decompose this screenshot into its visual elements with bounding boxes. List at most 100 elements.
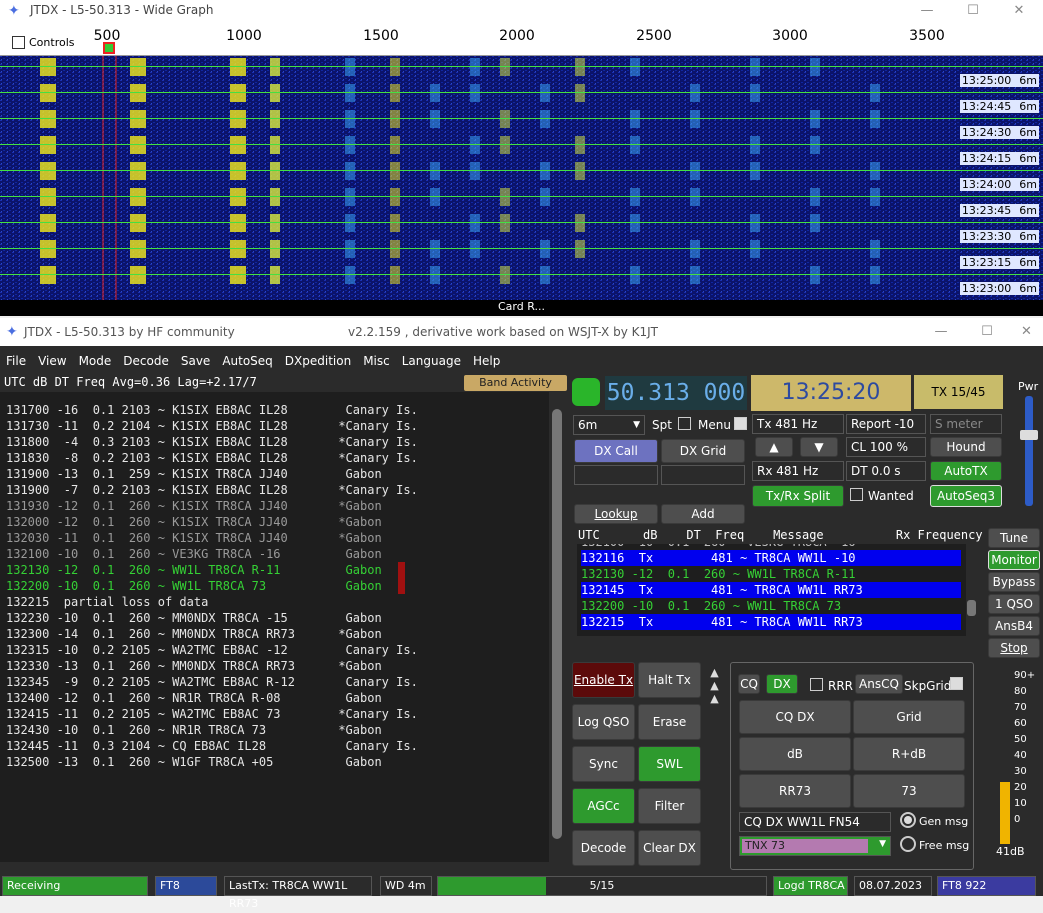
controls-checkbox[interactable]: [12, 36, 25, 49]
spt-checkbox[interactable]: [678, 417, 691, 430]
menu-file[interactable]: File: [0, 350, 32, 372]
rrr-checkbox[interactable]: [810, 678, 823, 691]
log-line[interactable]: 132215 partial loss of data: [6, 594, 208, 610]
report-spinbox[interactable]: Report -10: [846, 414, 926, 434]
menu-language[interactable]: Language: [396, 350, 467, 372]
skpgrid-checkbox[interactable]: [950, 677, 963, 690]
band-activity-button[interactable]: Band Activity: [464, 375, 567, 391]
log-line[interactable]: 132315 -10 0.2 2105 ~ WA2TMC EB8AC -12 C…: [6, 642, 418, 658]
hound-button[interactable]: Hound: [930, 437, 1002, 457]
log-line[interactable]: 132300 -14 0.1 260 ~ MM0NDX TR8CA RR73 *…: [6, 626, 382, 642]
menu-dxpedition[interactable]: DXpedition: [279, 350, 357, 372]
wanted-checkbox[interactable]: [850, 488, 863, 501]
menu-misc[interactable]: Misc: [357, 350, 396, 372]
menu-save[interactable]: Save: [175, 350, 216, 372]
cq-dx-message-button[interactable]: CQ DX: [739, 700, 851, 734]
tx-frequency-marker[interactable]: [103, 42, 115, 54]
log-line[interactable]: 131830 -8 0.2 2103 ~ K1SIX EB8AC IL28 *C…: [6, 450, 418, 466]
log-line[interactable]: 131730 -11 0.2 2104 ~ K1SIX EB8AC IL28 *…: [6, 418, 418, 434]
log-line[interactable]: 132000 -12 0.1 260 ~ K1SIX TR8CA JJ40 *G…: [6, 514, 382, 530]
tx-period-display[interactable]: TX 15/45: [914, 375, 1003, 409]
dx-grid-button[interactable]: DX Grid: [661, 439, 745, 463]
autotx-button[interactable]: AutoTX: [930, 461, 1002, 481]
dt-spinbox[interactable]: DT 0.0 s: [846, 461, 926, 481]
db-message-button[interactable]: dB: [739, 737, 851, 771]
one-qso-button[interactable]: 1 QSO: [988, 594, 1040, 614]
dx-button[interactable]: DX: [766, 674, 798, 694]
close-icon[interactable]: ✕: [1010, 321, 1043, 343]
log-line[interactable]: 132230 -10 0.1 260 ~ MM0NDX TR8CA -15 Ga…: [6, 610, 382, 626]
log-line[interactable]: 131800 -4 0.3 2103 ~ K1SIX EB8AC IL28 *C…: [6, 434, 418, 450]
rx-frequency-log[interactable]: 132100 -10 0.1 260 ~ VE3KG TR8CA -161321…: [577, 544, 966, 636]
halt-tx-button[interactable]: Halt Tx: [638, 662, 701, 698]
rx-log-line[interactable]: 132116 Tx 481 ~ TR8CA WW1L -10: [581, 550, 961, 566]
chevron-down-icon[interactable]: ▼: [879, 839, 886, 849]
maximize-icon[interactable]: ☐: [964, 321, 1010, 343]
73-message-button[interactable]: 73: [853, 774, 965, 808]
controls-toggle[interactable]: Controls: [12, 36, 75, 49]
band-activity-scrollbar[interactable]: [549, 392, 566, 862]
log-line[interactable]: 131930 -12 0.1 260 ~ K1SIX TR8CA JJ40 *G…: [6, 498, 382, 514]
rx-log-line[interactable]: 132145 Tx 481 ~ TR8CA WW1L RR73: [581, 582, 961, 598]
rx-frequency-spinbox[interactable]: Rx 481 Hz: [752, 461, 844, 481]
lookup-button[interactable]: Lookup: [574, 504, 658, 524]
menu-autoseq[interactable]: AutoSeq: [216, 350, 278, 372]
dx-call-button[interactable]: DX Call: [574, 439, 658, 463]
band-select[interactable]: 6m ▼: [573, 415, 645, 435]
swl-mode-button[interactable]: SWL mode: [638, 746, 701, 805]
tx-frequency-spinbox[interactable]: Tx 481 Hz: [752, 414, 844, 434]
bypass-button[interactable]: Bypass: [988, 572, 1040, 592]
add-button[interactable]: Add: [661, 504, 745, 524]
minimize-icon[interactable]: —: [904, 0, 950, 22]
erase-button[interactable]: Erase: [638, 704, 701, 740]
pwr-slider-handle[interactable]: [1020, 430, 1038, 440]
log-line[interactable]: 132200 -10 0.1 260 ~ WW1L TR8CA 73 Gabon: [6, 578, 382, 594]
anscq-button[interactable]: AnsCQ: [855, 674, 903, 694]
r-db-message-button[interactable]: R+dB: [853, 737, 965, 771]
menu-mode[interactable]: Mode: [73, 350, 118, 372]
rx-log-scrollbar[interactable]: [966, 544, 978, 636]
dx-call-input[interactable]: [574, 465, 658, 485]
cl-spinbox[interactable]: CL 100 %: [846, 437, 926, 457]
s-meter-input[interactable]: S meter: [930, 414, 1002, 434]
log-line[interactable]: 132330 -13 0.1 260 ~ MM0NDX TR8CA RR73 *…: [6, 658, 382, 674]
rx-log-line[interactable]: 132130 -12 0.1 260 ~ WW1L TR8CA R-11: [581, 566, 961, 582]
tune-button[interactable]: Tune: [988, 528, 1040, 548]
rx-log-line[interactable]: 132215 Tx 481 ~ TR8CA WW1L RR73: [581, 614, 961, 630]
gen-msg-input[interactable]: CQ DX WW1L FN54: [739, 812, 891, 832]
rx-log-line[interactable]: 132200 -10 0.1 260 ~ WW1L TR8CA 73: [581, 598, 961, 614]
band-activity-log[interactable]: 131700 -16 0.1 2103 ~ K1SIX EB8AC IL28 C…: [0, 392, 549, 862]
log-line[interactable]: 132500 -13 0.1 260 ~ W1GF TR8CA +05 Gabo…: [6, 754, 382, 770]
arrow-up-icon[interactable]: ▲: [755, 437, 793, 457]
log-line[interactable]: 132345 -9 0.2 2105 ~ WA2TMC EB8AC R-12 C…: [6, 674, 418, 690]
tx-rx-split-button[interactable]: Tx/Rx Split: [752, 485, 844, 507]
gen-msg-radio[interactable]: [900, 812, 916, 828]
log-line[interactable]: 132100 -10 0.1 260 ~ VE3KG TR8CA -16 Gab…: [6, 546, 382, 562]
minimize-icon[interactable]: —: [918, 321, 964, 343]
rr73-message-button[interactable]: RR73: [739, 774, 851, 808]
log-qso-button[interactable]: Log QSO: [572, 704, 635, 740]
menu-decode[interactable]: Decode: [117, 350, 175, 372]
clear-dx-button[interactable]: Clear DX: [638, 830, 701, 866]
stop-button[interactable]: Stop: [988, 638, 1040, 658]
log-line[interactable]: 132430 -10 0.1 260 ~ NR1R TR8CA 73 *Gabo…: [6, 722, 382, 738]
grid-message-button[interactable]: Grid: [853, 700, 965, 734]
sync-button[interactable]: Sync: [572, 746, 635, 782]
maximize-icon[interactable]: ☐: [950, 0, 996, 22]
dx-grid-input[interactable]: [661, 465, 745, 485]
menu-view[interactable]: View: [32, 350, 72, 372]
pwr-slider-track[interactable]: [1025, 396, 1033, 506]
log-line[interactable]: 131900 -13 0.1 259 ~ K1SIX TR8CA JJ40 Ga…: [6, 466, 382, 482]
log-line[interactable]: 132445 -11 0.3 2104 ~ CQ EB8AC IL28 Cana…: [6, 738, 418, 754]
log-line[interactable]: 132415 -11 0.2 2105 ~ WA2TMC EB8AC 73 *C…: [6, 706, 418, 722]
free-msg-combobox[interactable]: TNX 73 ▼: [739, 836, 891, 856]
arrow-down-icon[interactable]: ▼: [800, 437, 838, 457]
free-msg-value[interactable]: TNX 73: [742, 839, 868, 853]
free-msg-radio[interactable]: [900, 836, 916, 852]
ansb4-button[interactable]: AnsB4: [988, 616, 1040, 636]
agcc-button[interactable]: AGCc: [572, 788, 635, 824]
waterfall-display[interactable]: 13:25:00 6m 13:24:45 6m 13:24:30 6m 13:24:15 6m…: [0, 56, 1043, 300]
menu-help[interactable]: Help: [467, 350, 506, 372]
autoseq3-button[interactable]: AutoSeq3: [930, 485, 1002, 507]
log-line[interactable]: 131900 -7 0.2 2103 ~ K1SIX EB8AC IL28 *C…: [6, 482, 418, 498]
